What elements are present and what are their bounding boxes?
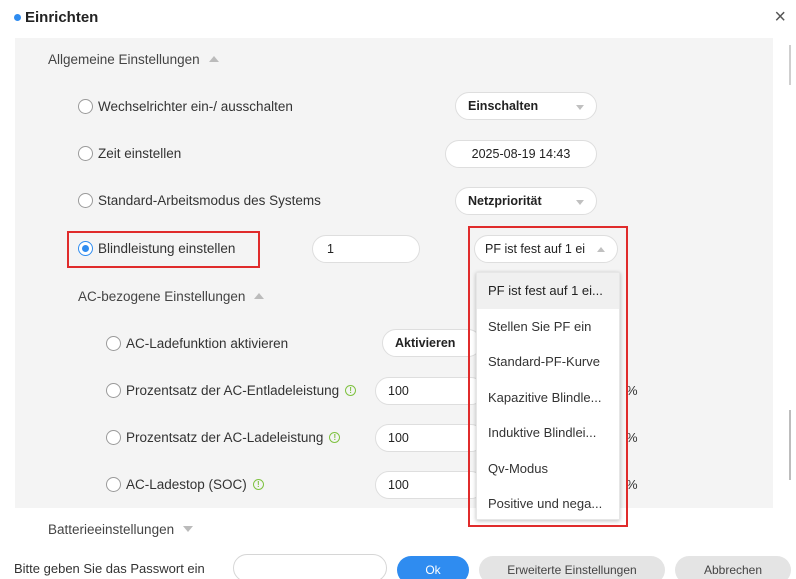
reactive-power-input[interactable]: 1: [312, 235, 420, 263]
row-work-mode: Standard-Arbeitsmodus des Systems: [78, 193, 321, 208]
section-ac-title[interactable]: AC-bezogene Einstellungen: [78, 289, 265, 304]
row-ac-charge: AC-Ladefunktion aktivieren: [106, 336, 288, 351]
ok-button[interactable]: Ok: [397, 556, 469, 579]
work-mode-select[interactable]: Netzpriorität: [455, 187, 597, 215]
close-icon[interactable]: ×: [774, 7, 786, 27]
row-ac-charge-pct: Prozentsatz der AC-Ladeleistung !: [106, 430, 341, 445]
time-input[interactable]: 2025-08-19 14:43: [445, 140, 597, 168]
info-icon[interactable]: !: [345, 385, 357, 396]
radio-set-time[interactable]: [78, 146, 93, 161]
chevron-up-icon: [208, 56, 219, 62]
info-icon[interactable]: !: [329, 432, 341, 443]
section-general-title[interactable]: Allgemeine Einstellungen: [48, 52, 219, 67]
dialog-title: Einrichten: [25, 9, 99, 26]
scrollbar-thumb[interactable]: [789, 410, 791, 480]
radio-ac-stop-soc[interactable]: [106, 477, 121, 492]
highlight-box-dropdown: [468, 226, 628, 527]
password-input[interactable]: [233, 554, 387, 579]
highlight-box-label: [67, 231, 260, 268]
cancel-button[interactable]: Abbrechen: [675, 556, 791, 579]
row-inverter-toggle: Wechselrichter ein-/ ausschalten: [78, 99, 293, 114]
password-label: Bitte geben Sie das Passwort ein: [14, 561, 205, 576]
chevron-down-icon: [576, 200, 584, 205]
radio-inverter-toggle[interactable]: [78, 99, 93, 114]
radio-ac-charge-pct[interactable]: [106, 430, 121, 445]
title-bullet-icon: [14, 14, 21, 21]
chevron-down-icon: [576, 105, 584, 110]
radio-work-mode[interactable]: [78, 193, 93, 208]
row-ac-discharge-pct: Prozentsatz der AC-Entladeleistung !: [106, 383, 357, 398]
section-battery-title[interactable]: Batterieeinstellungen: [48, 522, 194, 537]
radio-ac-discharge-pct[interactable]: [106, 383, 121, 398]
advanced-settings-button[interactable]: Erweiterte Einstellungen: [479, 556, 665, 579]
ac-charge-select[interactable]: Aktivieren: [382, 329, 482, 357]
dialog-titlebar: Einrichten ×: [0, 0, 796, 38]
info-icon[interactable]: !: [252, 479, 264, 490]
chevron-up-icon: [254, 293, 265, 299]
row-ac-stop-soc: AC-Ladestop (SOC) !: [106, 477, 264, 492]
radio-ac-charge[interactable]: [106, 336, 121, 351]
chevron-down-icon: [183, 526, 194, 532]
scrollbar-top[interactable]: [789, 45, 791, 85]
row-set-time: Zeit einstellen: [78, 146, 181, 161]
inverter-toggle-select[interactable]: Einschalten: [455, 92, 597, 120]
